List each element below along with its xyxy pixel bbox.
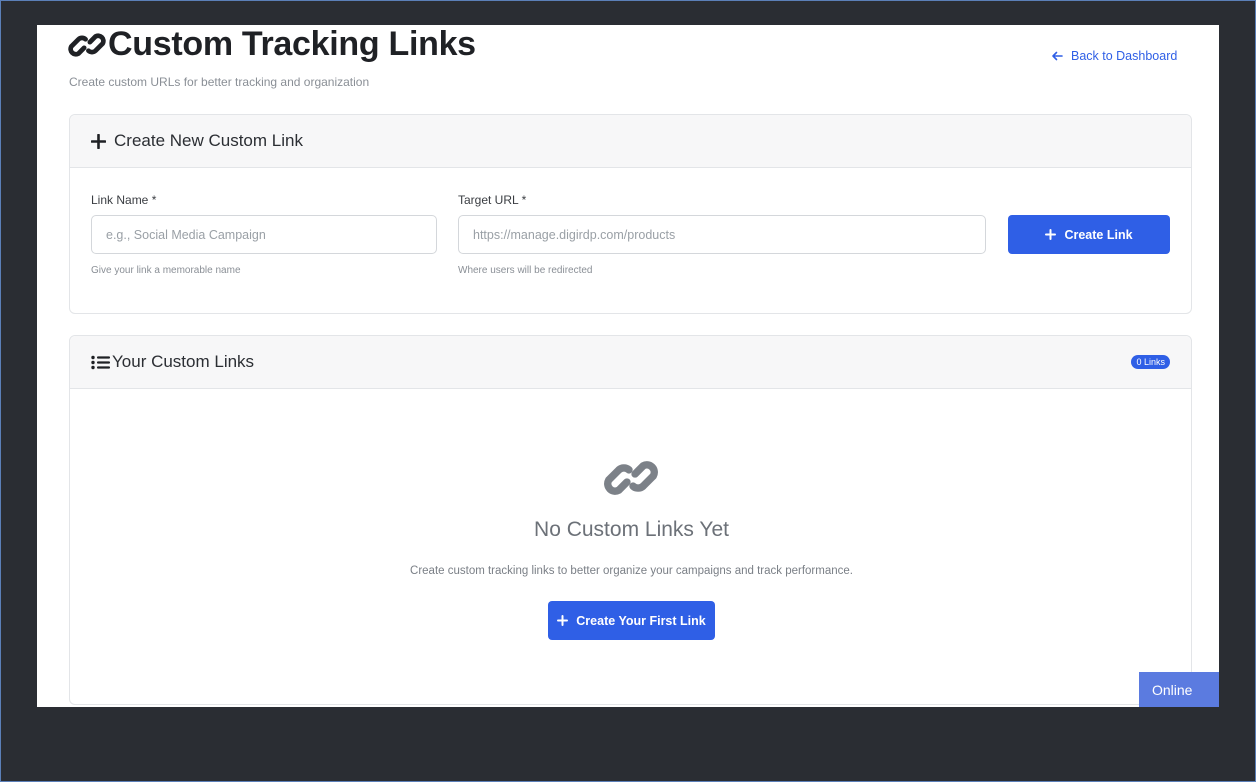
create-card-header: Create New Custom Link: [70, 115, 1191, 168]
link-icon: [604, 461, 658, 495]
empty-state-title: No Custom Links Yet: [534, 518, 729, 541]
page-subtitle: Create custom URLs for better tracking a…: [69, 75, 370, 89]
create-first-link-button[interactable]: Create Your First Link: [548, 601, 715, 640]
create-link-button[interactable]: Create Link: [1008, 215, 1170, 254]
custom-links-card: Your Custom Links 0 Links No Custom Link…: [69, 335, 1192, 705]
link-name-input[interactable]: [91, 215, 437, 254]
list-icon: [91, 355, 110, 370]
create-link-button-label: Create Link: [1064, 227, 1133, 242]
link-name-label: Link Name *: [91, 193, 157, 207]
plus-icon: [557, 615, 569, 626]
link-icon: [68, 32, 106, 57]
create-first-link-button-label: Create Your First Link: [576, 613, 706, 628]
links-card-header: Your Custom Links 0 Links: [70, 336, 1191, 389]
arrow-left-icon: [1052, 51, 1063, 61]
online-status-widget[interactable]: Online: [1139, 672, 1219, 707]
create-card-title: Create New Custom Link: [114, 131, 303, 150]
target-url-label: Target URL *: [458, 193, 527, 207]
empty-state-text: Create custom tracking links to better o…: [410, 565, 853, 577]
link-name-help: Give your link a memorable name: [91, 265, 241, 276]
page-content: Custom Tracking Links Create custom URLs…: [37, 25, 1219, 707]
target-url-input[interactable]: [458, 215, 986, 254]
create-link-card: Create New Custom Link Link Name * Give …: [69, 114, 1192, 314]
back-link-label: Back to Dashboard: [1071, 49, 1178, 63]
target-url-help: Where users will be redirected: [458, 265, 593, 276]
links-count-badge: 0 Links: [1131, 355, 1170, 369]
plus-icon: [91, 133, 106, 149]
page-title: Custom Tracking Links: [108, 25, 476, 63]
links-card-title: Your Custom Links: [112, 352, 255, 371]
plus-icon: [1045, 229, 1057, 240]
back-to-dashboard-link[interactable]: Back to Dashboard: [1051, 49, 1177, 63]
page-header: Custom Tracking Links: [68, 25, 476, 64]
